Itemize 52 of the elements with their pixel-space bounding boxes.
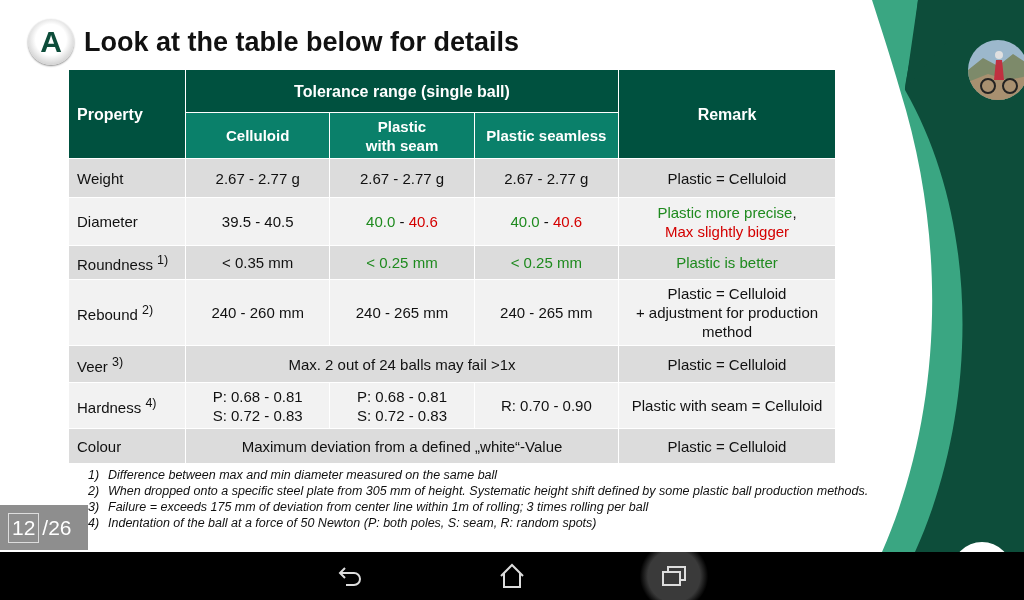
- home-icon: [499, 563, 525, 589]
- table-cell: P: 0.68 - 0.81 S: 0.72 - 0.83: [329, 382, 475, 429]
- footnote-number: 2): [88, 483, 101, 499]
- slide-title: Look at the table below for details: [84, 26, 520, 58]
- section-badge: A: [28, 19, 74, 65]
- table-cell: Plastic = Celluloid: [618, 158, 836, 198]
- table-cell: Plastic = Celluloid: [618, 428, 836, 464]
- table-cell: Plastic with seam = Celluloid: [618, 382, 836, 429]
- table-cell: 2.67 - 2.77 g: [185, 158, 330, 198]
- table-cell: 40.0 - 40.6: [474, 197, 619, 246]
- footnote-text: Indentation of the ball at a force of 50 Newton (P: both poles, S: seam, R: random spots): [108, 515, 597, 531]
- table-cell: 2.67 - 2.77 g: [474, 158, 619, 198]
- footnote-text: When dropped onto a specific steel plate from 305 mm of height. Systematic height shift defined by some plastic ball production methods.: [108, 483, 869, 499]
- table-cell: Colour: [68, 428, 186, 464]
- header-cell: Property: [68, 69, 186, 159]
- table-cell: 40.0 - 40.6: [329, 197, 475, 246]
- footnote-number: 1): [88, 467, 101, 483]
- recents-icon: [661, 565, 687, 587]
- footnote-number: 3): [88, 499, 101, 515]
- header-cell: Plastic seamless: [474, 112, 619, 159]
- table-cell: Plastic is better: [618, 245, 836, 280]
- footnote-text: Difference between max and min diameter measured on the same ball: [108, 467, 498, 483]
- back-icon: [337, 565, 363, 587]
- page-total: /26: [42, 515, 72, 540]
- footnote-number: 4): [88, 515, 101, 531]
- table-cell: Plastic more precise, Max slightly bigger: [618, 197, 836, 246]
- header-cell: Celluloid: [185, 112, 330, 159]
- table-cell: < 0.25 mm: [329, 245, 475, 280]
- table-cell: < 0.35 mm: [185, 245, 330, 280]
- table-cell: Veer $^{3)}$: [68, 345, 186, 383]
- table-cell: Hardness $^{4)}$: [68, 382, 186, 429]
- table-cell: Rebound $^{2)}$: [68, 279, 186, 346]
- table-cell: 240 - 260 mm: [185, 279, 330, 346]
- table-cell: Max. 2 out of 24 balls may fail >1x: [185, 345, 619, 383]
- table-cell: 2.67 - 2.77 g: [329, 158, 475, 198]
- table-cell: R: 0.70 - 0.90: [474, 382, 619, 429]
- table-cell: < 0.25 mm: [474, 245, 619, 280]
- table-cell: Roundness $^{1)}$: [68, 245, 186, 280]
- table-cell: Plastic = Celluloid + adjustment for production method: [618, 279, 836, 346]
- table-cell: Plastic = Celluloid: [618, 345, 836, 383]
- table-cell: 39.5 - 40.5: [185, 197, 330, 246]
- footnote-text: Failure = exceeds 175 mm of deviation from center line within 1m of rolling; 3 times rolling per ball: [108, 499, 649, 515]
- current-page: 12: [8, 512, 40, 543]
- table-cell: Maximum deviation from a defined „white“-Value: [185, 428, 619, 464]
- table-cell: Weight: [68, 158, 186, 198]
- table-cell: 240 - 265 mm: [329, 279, 475, 346]
- table-cell: Diameter: [68, 197, 186, 246]
- table-cell: P: 0.68 - 0.81 S: 0.72 - 0.83: [185, 382, 330, 429]
- header-cell: Plastic with seam: [329, 112, 475, 159]
- header-cell: Tolerance range (single ball): [185, 69, 619, 113]
- header-cell: Remark: [618, 69, 836, 159]
- table-cell: 240 - 265 mm: [474, 279, 619, 346]
